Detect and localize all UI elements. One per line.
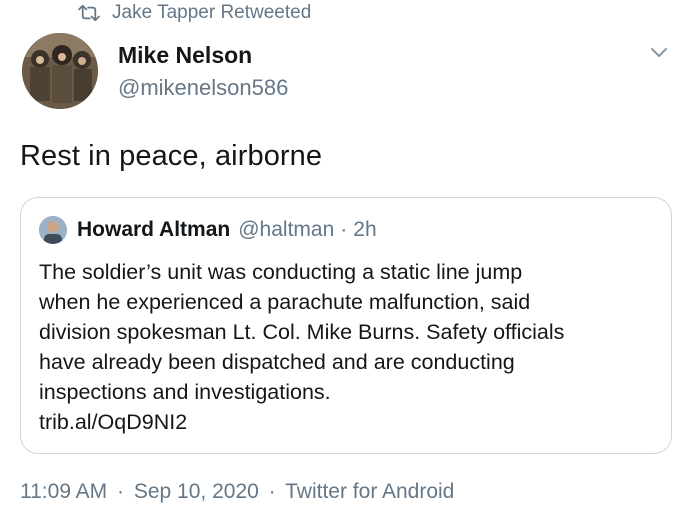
quoted-text-line: inspections and investigations. (39, 380, 331, 404)
footer-separator: · (117, 480, 125, 503)
quoted-author-name: Howard Altman (77, 218, 231, 241)
quoted-author-avatar (39, 216, 67, 244)
tweet-footer: 11:09 AM · Sep 10, 2020 · Twitter for An… (20, 480, 454, 504)
quoted-tweet-text: The soldier’s unit was conducting a stat… (39, 257, 659, 437)
footer-separator: · (268, 480, 276, 503)
avatar[interactable] (22, 33, 98, 109)
quoted-tweet-time: 2h (353, 218, 377, 241)
tweet-date[interactable]: Sep 10, 2020 (134, 480, 259, 503)
author-handle[interactable]: @mikenelson586 (118, 75, 288, 101)
quoted-text-line: The soldier’s unit was conducting a stat… (39, 260, 523, 284)
tweet-text: Rest in peace, airborne (20, 140, 323, 172)
quoted-link[interactable]: trib.al/OqD9NI2 (39, 407, 659, 437)
quoted-text-line: division spokesman Lt. Col. Mike Burns. … (39, 320, 565, 344)
tweet-time[interactable]: 11:09 AM (20, 480, 107, 503)
quoted-meta-separator: · (340, 218, 348, 241)
tweet-client[interactable]: Twitter for Android (285, 480, 454, 503)
tweet: Jake Tapper Retweeted Mike Nelson @miken… (0, 0, 693, 519)
retweet-context[interactable]: Jake Tapper Retweeted (78, 2, 311, 24)
quoted-text-line: have already been dispatched and are con… (39, 350, 515, 374)
retweet-label: Jake Tapper Retweeted (112, 2, 312, 23)
quoted-author-handle: @haltman (238, 218, 335, 241)
author-name[interactable]: Mike Nelson (118, 42, 252, 69)
quoted-text-line: when he experienced a parachute malfunct… (39, 290, 531, 314)
chevron-down-icon[interactable] (647, 40, 671, 64)
quoted-tweet-header: Howard Altman @haltman · 2h (39, 216, 377, 244)
retweet-icon (78, 4, 100, 22)
avatar-image (22, 33, 98, 109)
quoted-avatar-image (39, 216, 67, 244)
quoted-tweet-card[interactable]: Howard Altman @haltman · 2h The soldier’… (20, 197, 672, 454)
